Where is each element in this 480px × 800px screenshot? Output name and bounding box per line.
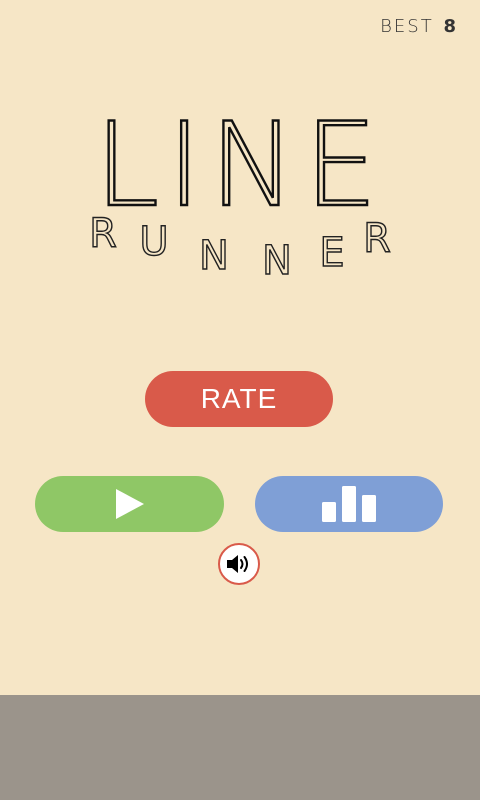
leaderboard-icon [322,486,376,522]
logo-letter-2: U [139,219,168,265]
ground-strip [0,695,480,800]
logo-title: LINE [95,98,386,233]
logo-letter-3: N [199,233,229,279]
speaker-icon [227,555,248,573]
logo-letter-5: E [319,230,344,276]
logo-letter-4: N [262,238,292,284]
rate-button[interactable]: RATE [145,371,333,427]
sound-toggle-button[interactable] [218,543,260,585]
game-logo: LINE R U N N E R [88,97,391,285]
rate-label: RATE [200,383,278,414]
logo-letter-1: R [89,211,117,257]
logo-letter-6: R [363,216,391,262]
leaderboard-button[interactable] [255,476,443,532]
play-button[interactable] [35,476,224,532]
play-icon [115,489,144,519]
